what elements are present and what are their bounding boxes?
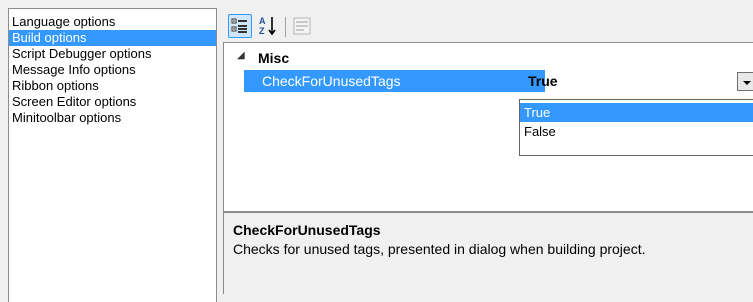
category-item-language[interactable]: Language options [9,14,216,30]
description-title: CheckForUnusedTags [233,222,381,238]
dropdown-option-false[interactable]: False [520,122,753,141]
alphabetical-sort-button[interactable]: A Z [256,14,280,38]
property-pages-icon [293,17,311,35]
category-row-misc[interactable]: ◢ Misc [224,50,753,68]
categorized-view-button[interactable] [228,14,252,38]
property-pages-button[interactable] [290,14,314,38]
category-item-build[interactable]: Build options [9,30,216,46]
description-pane: CheckForUnusedTags Checks for unused tag… [223,212,753,294]
category-item-script-debugger[interactable]: Script Debugger options [9,46,216,62]
dropdown-button[interactable] [737,72,753,91]
options-category-list[interactable]: Language options Build options Script De… [8,8,217,302]
value-dropdown-list[interactable]: True False [519,99,753,156]
property-grid: ◢ Misc CheckForUnusedTags True True Fals… [223,42,753,212]
category-label: Misc [258,50,290,66]
categorized-view-icon [231,18,247,33]
collapse-arrow-icon[interactable]: ◢ [237,50,245,61]
svg-text:Z: Z [259,26,265,36]
category-item-ribbon[interactable]: Ribbon options [9,78,216,94]
property-grid-toolbar: A Z [226,8,753,42]
property-value[interactable]: True [528,71,558,91]
description-text: Checks for unused tags, presented in dia… [233,241,646,257]
toolbar-separator [285,17,286,37]
alphabetical-sort-icon: A Z [259,16,276,36]
property-row[interactable]: CheckForUnusedTags True [224,70,753,92]
dropdown-option-true[interactable]: True [520,103,753,122]
chevron-down-icon [743,81,751,85]
svg-text:A: A [259,16,266,26]
category-item-minitoolbar[interactable]: Minitoolbar options [9,110,216,126]
property-name[interactable]: CheckForUnusedTags [244,70,545,92]
category-item-message-info[interactable]: Message Info options [9,62,216,78]
category-item-screen-editor[interactable]: Screen Editor options [9,94,216,110]
